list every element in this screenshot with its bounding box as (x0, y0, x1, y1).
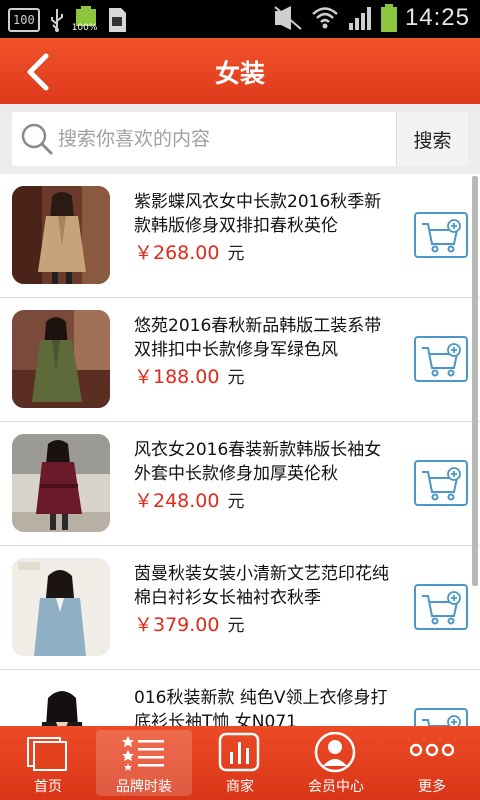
mute-icon (274, 6, 302, 30)
add-to-cart-button[interactable] (414, 708, 468, 726)
tab-label: 商家 (226, 779, 254, 795)
add-to-cart-button[interactable] (414, 336, 468, 382)
product-name: 紫影蝶风衣女中长款2016秋季新款韩版修身双排扣春秋英伦 (134, 192, 382, 236)
product-item[interactable]: 016秋装新款 纯色V领上衣修身打底衫长袖T恤 女N071 (0, 670, 480, 726)
tab-label: 更多 (418, 779, 446, 795)
product-price: ￥379.00 (134, 614, 220, 636)
tab-home[interactable]: 首页 (0, 726, 96, 800)
product-price-row: ￥268.00 元 (134, 238, 244, 265)
product-name: 风衣女2016春装新款韩版长袖女外套中长款修身加厚英伦秋 (134, 440, 382, 484)
tab-member-center[interactable]: 会员中心 (288, 726, 384, 800)
file-notification-icon (108, 8, 126, 32)
product-price-row: ￥379.00 元 (134, 610, 244, 637)
battery-icon (380, 4, 397, 32)
wifi-icon (312, 7, 338, 29)
product-image (12, 186, 110, 284)
product-item[interactable]: 紫影蝶风衣女中长款2016秋季新款韩版修身双排扣春秋英伦 ￥268.00 元 (0, 174, 480, 298)
product-image (12, 434, 110, 532)
product-item[interactable]: 悠苑2016春秋新品韩版工装系带双排扣中长款修身军绿色风 ￥188.00 元 (0, 298, 480, 422)
tab-merchants[interactable]: 商家 (192, 726, 288, 800)
price-unit: 元 (227, 368, 245, 388)
bottom-tab-bar: 首页 品牌时装 商家 会员中心 更多 (0, 726, 480, 800)
product-list: 紫影蝶风衣女中长款2016秋季新款韩版修身双排扣春秋英伦 ￥268.00 元 悠… (0, 174, 480, 726)
member-icon (314, 732, 356, 773)
battery-charging-icon: 100% (71, 6, 98, 34)
search-input[interactable] (58, 120, 388, 158)
price-unit: 元 (227, 244, 245, 264)
more-icon (410, 743, 454, 757)
signal-icon (348, 7, 371, 30)
product-item[interactable]: 茵曼秋装女装小清新文艺范印花纯棉白衬衫女长袖衬衣秋季 ￥379.00 元 (0, 546, 480, 670)
cart-add-icon (422, 467, 461, 501)
product-name: 茵曼秋装女装小清新文艺范印花纯棉白衬衫女长袖衬衣秋季 (134, 564, 389, 608)
product-name: 016秋装新款 纯色V领上衣修身打底衫长袖T恤 女N071 (134, 688, 388, 726)
battery-percent-label: 100% (71, 23, 98, 33)
search-field (12, 112, 396, 166)
price-unit: 元 (227, 616, 245, 636)
add-to-cart-button[interactable] (414, 212, 468, 258)
battery-saver-indicator: 100 (8, 8, 40, 32)
tab-label: 会员中心 (308, 779, 364, 795)
status-left: 100 100% (8, 6, 128, 34)
search-icon (21, 123, 53, 155)
cart-add-icon (422, 219, 461, 253)
tab-label: 首页 (34, 779, 62, 795)
product-price: ￥268.00 (134, 242, 220, 264)
product-price: ￥248.00 (134, 490, 220, 512)
page-title: 女装 (214, 59, 265, 88)
price-unit: 元 (227, 492, 245, 512)
search-bar: 搜索 (0, 104, 480, 174)
product-item[interactable]: 风衣女2016春装新款韩版长袖女外套中长款修身加厚英伦秋 ￥248.00 元 (0, 422, 480, 546)
clock: 14:25 (404, 4, 470, 31)
product-image (12, 310, 110, 408)
store-icon (218, 732, 260, 772)
home-icon (27, 737, 67, 771)
title-bar: 女装 (0, 38, 480, 104)
product-image (12, 682, 110, 726)
add-to-cart-button[interactable] (414, 460, 468, 506)
list-scrollbar[interactable] (472, 176, 478, 586)
product-image (12, 558, 110, 656)
app-screen: 100 100% 14:25 女装 搜索你喜欢的内容 搜索 紫影蝶风衣女中长款2… (0, 0, 480, 800)
add-to-cart-button[interactable] (414, 584, 468, 630)
list-icon (122, 736, 164, 771)
cart-add-icon (422, 343, 461, 377)
product-price: ￥188.00 (134, 366, 220, 388)
tab-label: 品牌时装 (116, 779, 172, 795)
cart-add-icon (422, 715, 461, 726)
product-name: 悠苑2016春秋新品韩版工装系带双排扣中长款修身军绿色风 (134, 316, 382, 360)
product-price-row: ￥248.00 元 (134, 486, 244, 513)
usb-icon (50, 9, 63, 32)
status-bar: 100 100% 14:25 (0, 0, 480, 38)
search-button[interactable]: 搜索 (396, 112, 468, 166)
product-price-row: ￥188.00 元 (134, 362, 244, 389)
tab-brand-fashion[interactable]: 品牌时装 (96, 730, 192, 796)
status-right: 14:25 (273, 4, 470, 32)
cart-add-icon (422, 591, 461, 625)
tab-more[interactable]: 更多 (384, 726, 480, 800)
